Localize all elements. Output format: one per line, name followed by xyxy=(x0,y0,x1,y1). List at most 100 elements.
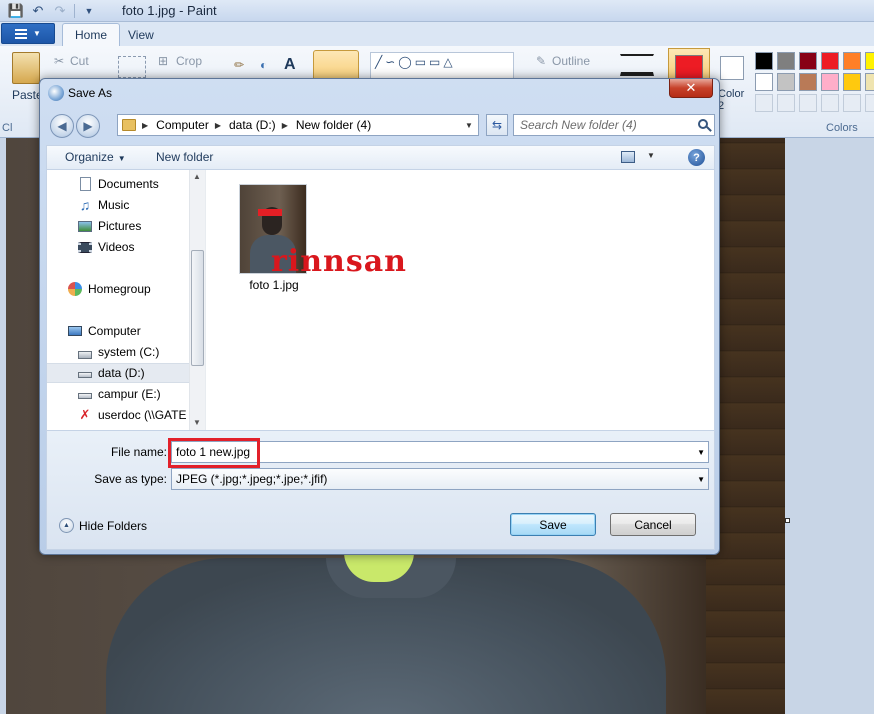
breadcrumb-arrow-icon[interactable]: ▶ xyxy=(215,121,221,130)
palette-brown[interactable] xyxy=(799,73,817,91)
cut-icon[interactable]: ✂ xyxy=(54,54,64,68)
sidebar-item-data-d[interactable]: data (D:) xyxy=(47,363,189,383)
drive-icon xyxy=(77,386,93,402)
clipboard-icon[interactable] xyxy=(12,52,40,84)
sidebar-item-label: Documents xyxy=(98,177,159,191)
palette-empty[interactable] xyxy=(777,94,795,112)
address-bar[interactable]: ▶ Computer ▶ data (D:) ▶ New folder (4) … xyxy=(117,114,479,136)
outline-label[interactable]: Outline xyxy=(552,54,590,68)
sidebar-item-userdoc[interactable]: ✗ userdoc (\\GATE xyxy=(77,405,187,425)
palette-gray[interactable] xyxy=(777,52,795,70)
documents-icon xyxy=(77,176,93,192)
palette-orange[interactable] xyxy=(843,52,861,70)
help-icon[interactable]: ? xyxy=(688,149,705,166)
save-type-dropdown-icon[interactable]: ▼ xyxy=(697,475,705,484)
sidebar-item-system-c[interactable]: system (C:) xyxy=(77,342,159,362)
cancel-button[interactable]: Cancel xyxy=(610,513,696,536)
search-icon[interactable] xyxy=(698,119,708,129)
palette-yellow[interactable] xyxy=(865,52,874,70)
size-icon[interactable] xyxy=(620,54,654,76)
folder-icon xyxy=(122,119,136,131)
sidebar-item-music[interactable]: ♫ Music xyxy=(77,195,130,215)
crop-label[interactable]: Crop xyxy=(176,54,202,68)
palette-empty[interactable] xyxy=(843,94,861,112)
customize-qat-icon[interactable]: ▼ xyxy=(81,3,97,19)
sidebar-item-label: data (D:) xyxy=(98,366,145,380)
navigation-scrollbar[interactable]: ▲ ▼ xyxy=(189,170,205,430)
shapes-icon: ╱∽◯▭▭△ xyxy=(375,55,456,69)
undo-icon[interactable]: ↶ xyxy=(30,3,46,19)
color2-swatch[interactable] xyxy=(720,56,744,80)
canvas-resize-handle[interactable] xyxy=(785,518,790,523)
palette-white[interactable] xyxy=(755,73,773,91)
file-name-field[interactable]: ▼ xyxy=(168,438,709,468)
scroll-up-icon[interactable]: ▲ xyxy=(193,172,201,181)
cut-label[interactable]: Cut xyxy=(70,54,89,68)
scroll-down-icon[interactable]: ▼ xyxy=(193,418,201,427)
palette-gold[interactable] xyxy=(843,73,861,91)
censor-bar xyxy=(258,209,282,216)
sidebar-item-documents[interactable]: Documents xyxy=(77,174,159,194)
paint-menu-button[interactable]: ▼ xyxy=(1,23,55,44)
scroll-thumb[interactable] xyxy=(191,250,204,366)
sidebar-item-homegroup[interactable]: Homegroup xyxy=(67,279,151,299)
palette-pink[interactable] xyxy=(821,73,839,91)
view-options-arrow-icon[interactable]: ▼ xyxy=(647,151,655,160)
organize-button[interactable]: Organize ▼ xyxy=(65,150,126,164)
sidebar-item-computer[interactable]: Computer xyxy=(67,321,141,341)
breadcrumb-arrow-icon[interactable]: ▶ xyxy=(142,121,148,130)
browse-panes: Documents ♫ Music Pictures Videos Homegr… xyxy=(46,169,715,431)
fill-icon[interactable]: ◐ xyxy=(260,58,267,72)
pane-splitter[interactable] xyxy=(205,170,209,430)
change-view-icon[interactable] xyxy=(621,151,635,163)
new-folder-button[interactable]: New folder xyxy=(156,150,213,164)
sidebar-item-videos[interactable]: Videos xyxy=(77,237,134,257)
sidebar-item-campur-e[interactable]: campur (E:) xyxy=(77,384,161,404)
palette-empty[interactable] xyxy=(821,94,839,112)
dialog-toolbar: Organize ▼ New folder ▼ ? xyxy=(46,145,715,169)
save-type-label: Save as type: xyxy=(94,472,167,486)
refresh-button[interactable]: ⇆ xyxy=(486,114,508,136)
breadcrumb-data-drive[interactable]: data (D:) xyxy=(229,118,276,132)
forward-arrow-icon: ▶ xyxy=(83,119,93,133)
palette-red[interactable] xyxy=(821,52,839,70)
hide-folders-button[interactable]: ▲ Hide Folders xyxy=(59,518,147,533)
save-icon[interactable]: 💾 xyxy=(8,3,24,19)
breadcrumb-new-folder[interactable]: New folder (4) xyxy=(296,118,371,132)
palette-light-gray[interactable] xyxy=(777,73,795,91)
chevron-up-icon: ▲ xyxy=(59,518,74,533)
chevron-down-icon: ▼ xyxy=(117,154,126,163)
sidebar-item-label: system (C:) xyxy=(98,345,160,359)
search-box[interactable] xyxy=(513,114,715,136)
sidebar-item-pictures[interactable]: Pictures xyxy=(77,216,141,236)
save-type-select[interactable]: JPEG (*.jpg;*.jpeg;*.jpe;*.jfif) ▼ xyxy=(171,468,709,490)
select-icon[interactable] xyxy=(118,56,146,78)
palette-empty[interactable] xyxy=(799,94,817,112)
outline-icon[interactable]: ✎ xyxy=(536,54,546,68)
tab-home[interactable]: Home xyxy=(62,23,121,46)
breadcrumb-arrow-icon[interactable]: ▶ xyxy=(282,121,288,130)
palette-black[interactable] xyxy=(755,52,773,70)
dialog-title: Save As xyxy=(68,86,113,100)
back-button[interactable]: ◀ xyxy=(50,114,74,138)
redo-icon[interactable]: ↷ xyxy=(52,3,68,19)
save-button[interactable]: Save xyxy=(510,513,596,536)
sidebar-item-label: Videos xyxy=(98,240,135,254)
palette-empty[interactable] xyxy=(755,94,773,112)
forward-button[interactable]: ▶ xyxy=(76,114,100,138)
color2-label: Color 2 xyxy=(718,88,745,112)
file-name-label: File name: xyxy=(110,445,167,459)
crop-icon[interactable]: ⊞ xyxy=(158,54,168,68)
palette-dark-red[interactable] xyxy=(799,52,817,70)
file-name-dropdown-icon[interactable]: ▼ xyxy=(697,448,705,457)
tab-view[interactable]: View xyxy=(116,23,166,46)
palette-empty[interactable] xyxy=(865,94,874,112)
pencil-icon[interactable]: ✏ xyxy=(234,58,244,72)
search-input[interactable] xyxy=(514,115,694,135)
palette-light-yellow[interactable] xyxy=(865,73,874,91)
close-button[interactable]: ✕ xyxy=(669,79,713,98)
breadcrumb-computer[interactable]: Computer xyxy=(156,118,209,132)
address-dropdown-icon[interactable]: ▼ xyxy=(460,115,478,135)
sidebar-item-label: userdoc (\\GATE xyxy=(98,408,187,422)
text-tool-icon[interactable]: A xyxy=(284,56,296,74)
